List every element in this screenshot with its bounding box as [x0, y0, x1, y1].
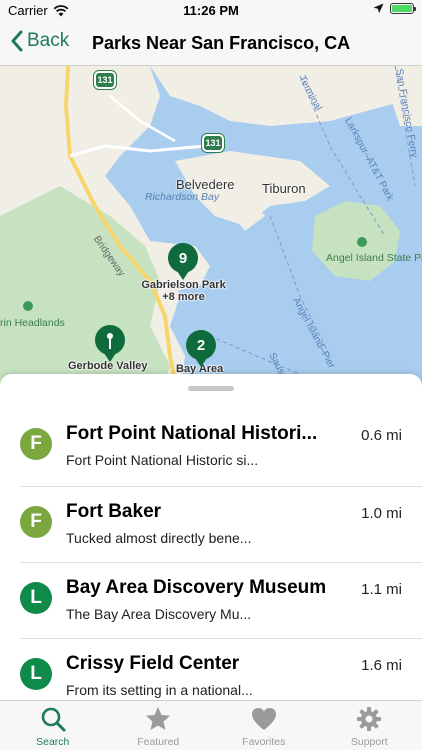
tab-label: Favorites	[242, 736, 286, 748]
map-label-belvedere: Belvedere	[176, 177, 235, 192]
park-category-badge: L	[20, 658, 52, 690]
heart-icon	[251, 708, 276, 730]
park-list-item[interactable]: L Bay Area Discovery Museum The Bay Area…	[0, 562, 422, 638]
status-right	[373, 3, 416, 14]
chevron-left-icon	[11, 30, 23, 52]
park-distance: 1.6 mi	[361, 657, 402, 674]
results-sheet[interactable]: F Fort Point National Histori... Fort Po…	[0, 374, 422, 700]
park-list-item[interactable]: L Crissy Field Center From its setting i…	[0, 638, 422, 700]
park-description: The Bay Area Discovery Mu...	[66, 606, 252, 622]
park-list-item[interactable]: F Fort Point National Histori... Fort Po…	[0, 408, 422, 484]
park-name: Fort Point National Histori...	[66, 423, 318, 444]
map-view[interactable]: 131 131 Belvedere Tiburon Richardson Bay…	[0, 66, 422, 396]
map-cluster-pin-south[interactable]: 2	[186, 330, 216, 367]
map-label-marin-headlands: rin Headlands	[0, 317, 65, 329]
status-bar: Carrier 11:26 PM	[0, 0, 422, 22]
park-description: Fort Point National Historic si...	[66, 452, 259, 468]
route-131-shield: 131	[94, 71, 116, 89]
tab-featured[interactable]: Featured	[106, 701, 212, 750]
battery-icon	[390, 3, 416, 14]
park-name: Bay Area Discovery Museum	[66, 577, 327, 598]
back-label: Back	[27, 30, 70, 51]
tab-bar: Search Featured Favorites Support	[0, 700, 422, 750]
park-description: From its setting in a national...	[66, 682, 253, 698]
navigation-bar: Back Parks Near San Francisco, CA	[0, 22, 422, 66]
back-button[interactable]: Back	[10, 30, 69, 52]
route-131-shield-2: 131	[202, 134, 224, 152]
page-title: Parks Near San Francisco, CA	[92, 33, 351, 53]
map-pin-gerbode-valley[interactable]	[95, 325, 125, 362]
tab-label: Support	[350, 736, 388, 748]
park-category-badge: F	[20, 428, 52, 460]
park-distance: 1.1 mi	[361, 581, 402, 598]
tab-favorites[interactable]: Favorites	[211, 701, 317, 750]
map-label-tiburon: Tiburon	[262, 181, 306, 196]
sheet-grabber-handle[interactable]	[188, 386, 234, 391]
map-label-angel-island: Angel Island State Park	[326, 252, 422, 264]
gabrielson-more: +8 more	[162, 291, 205, 303]
status-time: 11:26 PM	[183, 3, 239, 18]
map-label-richardson-bay: Richardson Bay	[145, 191, 220, 203]
park-category-badge: F	[20, 506, 52, 538]
map-label-gabrielson-park: Gabrielson Park +8 more	[136, 279, 231, 303]
park-description: Tucked almost directly bene...	[66, 530, 252, 546]
park-name: Fort Baker	[66, 501, 162, 522]
park-name: Crissy Field Center	[66, 653, 240, 674]
star-icon	[146, 707, 171, 730]
tab-label: Featured	[137, 736, 180, 748]
gear-icon	[357, 707, 382, 731]
search-icon	[41, 707, 66, 732]
gabrielson-park-name: Gabrielson Park	[141, 279, 226, 291]
location-arrow-icon	[373, 3, 384, 14]
park-distance: 0.6 mi	[361, 427, 402, 444]
tab-support[interactable]: Support	[317, 701, 422, 750]
park-category-badge: L	[20, 582, 52, 614]
tab-search[interactable]: Search	[0, 701, 106, 750]
park-distance: 1.0 mi	[361, 505, 402, 522]
park-list-item[interactable]: F Fort Baker Tucked almost directly bene…	[0, 486, 422, 562]
map-cluster-pin-north[interactable]: 9	[168, 243, 198, 280]
tab-label: Search	[36, 736, 70, 748]
